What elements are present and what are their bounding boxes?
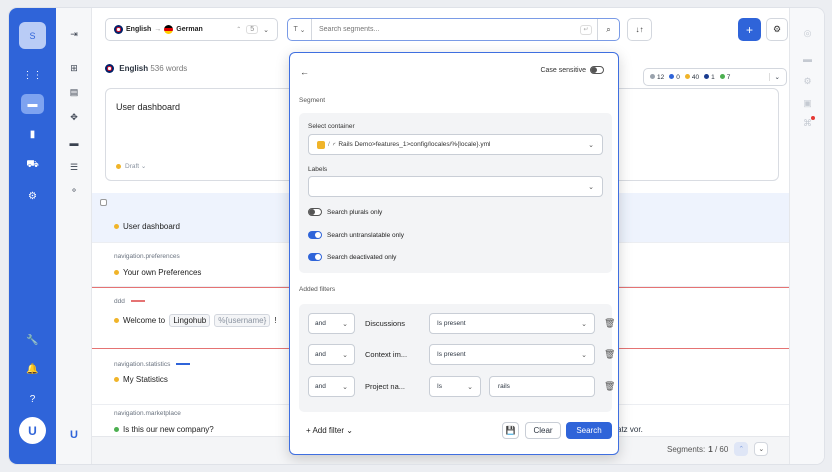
target-language: German	[176, 26, 203, 33]
segment-section-label: Segment	[299, 97, 326, 104]
case-sensitive-toggle[interactable]: Case sensitive	[540, 66, 604, 74]
right-sidebar: ◎ ▬ ⚙ ▣ ⌘	[789, 8, 824, 464]
search-submit-button[interactable]: Search	[566, 422, 612, 439]
help-circle-icon[interactable]: ◎	[800, 26, 815, 40]
trash-icon[interactable]: 🗑	[604, 318, 615, 329]
source-header: English 536 words	[105, 64, 187, 74]
image-icon[interactable]: ▣	[800, 96, 815, 110]
secondary-sidebar: ⇥ ⊞ ▤ ✥ ▬ ☰ ⚬ U	[56, 8, 92, 464]
main-sidebar: S ⋮⋮ ▬ ▮ ⛟ ⚙ 🔧 🔔 ? U	[9, 8, 56, 464]
comments-icon[interactable]: ▬	[800, 52, 815, 66]
collapse-icon[interactable]: ⇥	[66, 26, 82, 42]
add-filter-button[interactable]: + Add filter ⌄	[306, 426, 353, 435]
search-button[interactable]: ⌕	[597, 19, 619, 40]
layout-grid-icon[interactable]: ⊞	[66, 60, 82, 76]
back-arrow-icon[interactable]: ←	[300, 67, 309, 77]
arrow-icon: →	[154, 26, 162, 33]
pagination: Segments: 1 / 60 ⌃ ⌄	[667, 442, 769, 456]
filters-section: and ⌄ Discussions Is present ⌄ 🗑 and ⌄ Cont…	[299, 304, 615, 412]
main-area: English → German ⌃ 5 ⌄ T ⌄ ↵ ⌕ ↓↑ + ⚙ En…	[92, 8, 789, 464]
labels-select[interactable]: ⌄	[308, 176, 603, 197]
clear-button[interactable]: Clear	[525, 422, 561, 439]
layout-table-icon[interactable]: ▤	[66, 84, 82, 100]
grid-icon[interactable]: ⋮⋮	[21, 65, 44, 85]
project-icon	[317, 140, 325, 149]
filter-value-input[interactable]: rails	[489, 376, 595, 397]
comments-icon[interactable]: ▬	[66, 135, 82, 151]
search-input[interactable]	[312, 19, 580, 40]
source-language: English	[126, 26, 152, 33]
lingohub-logo-icon: U	[70, 429, 78, 441]
trash-icon[interactable]: 🗑	[604, 349, 615, 360]
wrench-icon[interactable]: 🔧	[21, 330, 44, 350]
toggle-icon	[590, 66, 604, 74]
filter-row: and ⌄ Project na... Is ⌄ rails 🗑	[308, 376, 615, 397]
list-icon[interactable]: ☰	[66, 159, 82, 175]
gear-icon[interactable]: ⚙	[21, 186, 44, 206]
next-page-button[interactable]: ⌄	[754, 442, 769, 456]
search-bar: T ⌄ ↵ ⌕	[287, 18, 620, 41]
help-icon[interactable]: ?	[21, 389, 44, 409]
operator-select[interactable]: Is ⌄	[429, 376, 481, 397]
rails-icon: ◜	[332, 141, 336, 149]
row-checkbox[interactable]	[100, 199, 107, 206]
save-icon[interactable]: 💾	[502, 422, 519, 439]
status-badge[interactable]: Draft ⌄	[116, 162, 146, 170]
logic-select[interactable]: and ⌄	[308, 313, 355, 334]
container-select[interactable]: / ◜ Rails Demo>features_1>config/locales…	[308, 134, 603, 155]
deactivated-toggle[interactable]: Search deactivated only	[308, 253, 396, 261]
added-filters-label: Added filters	[299, 286, 336, 293]
filter-row: and ⌄ Context im... Is present ⌄ 🗑	[308, 344, 615, 365]
language-selector[interactable]: English → German ⌃ 5 ⌄	[105, 18, 278, 41]
segment-section: Select container / ◜ Rails Demo>features…	[299, 113, 612, 273]
operator-select[interactable]: Is present ⌄	[429, 344, 595, 365]
search-type-selector[interactable]: T ⌄	[288, 19, 312, 40]
untranslatable-toggle[interactable]: Search untranslatable only	[308, 231, 404, 239]
trash-icon[interactable]: 🗑	[604, 381, 615, 392]
settings-button[interactable]: ⚙	[766, 18, 788, 41]
activity-icon[interactable]: ⌘	[800, 116, 815, 130]
logic-select[interactable]: and ⌄	[308, 344, 355, 365]
panel-footer: + Add filter ⌄ 💾 Clear Search	[290, 418, 620, 444]
cart-icon[interactable]: ⛟	[21, 155, 44, 175]
app-logo[interactable]: U	[19, 417, 46, 444]
chevron-down-icon: ⌄	[263, 26, 269, 34]
filter-row: and ⌄ Discussions Is present ⌄ 🗑	[308, 313, 615, 334]
german-flag-icon	[164, 25, 174, 34]
users-icon[interactable]: ⚬	[66, 182, 82, 198]
status-counts[interactable]: 12 0 40 1 7 ⌄	[643, 68, 787, 86]
layout-move-icon[interactable]: ✥	[66, 109, 82, 125]
filter-panel: ← Case sensitive Segment Select containe…	[289, 52, 619, 455]
uk-flag-icon	[105, 64, 114, 74]
language-count-badge: 5	[246, 25, 259, 34]
bell-icon[interactable]: 🔔	[21, 359, 44, 379]
chat-icon[interactable]: ▬	[21, 94, 44, 114]
bar-chart-icon[interactable]: ▮	[21, 124, 44, 144]
toolbar: English → German ⌃ 5 ⌄ T ⌄ ↵ ⌕ ↓↑ + ⚙	[92, 8, 789, 50]
enter-icon: ↵	[580, 24, 592, 35]
chevron-up-icon: ⌃	[236, 27, 242, 33]
operator-select[interactable]: Is present ⌄	[429, 313, 595, 334]
user-avatar[interactable]: S	[19, 22, 46, 49]
logic-select[interactable]: and ⌄	[308, 376, 355, 397]
add-button[interactable]: +	[738, 18, 761, 41]
settings-icon[interactable]: ⚙	[800, 74, 815, 88]
plurals-toggle[interactable]: Search plurals only	[308, 208, 382, 216]
app-window: S ⋮⋮ ▬ ▮ ⛟ ⚙ 🔧 🔔 ? U ⇥ ⊞ ▤ ✥ ▬ ☰ ⚬ U Eng…	[9, 8, 824, 464]
uk-flag-icon	[114, 25, 123, 34]
prev-page-button[interactable]: ⌃	[734, 442, 749, 456]
sort-button[interactable]: ↓↑	[627, 18, 652, 41]
